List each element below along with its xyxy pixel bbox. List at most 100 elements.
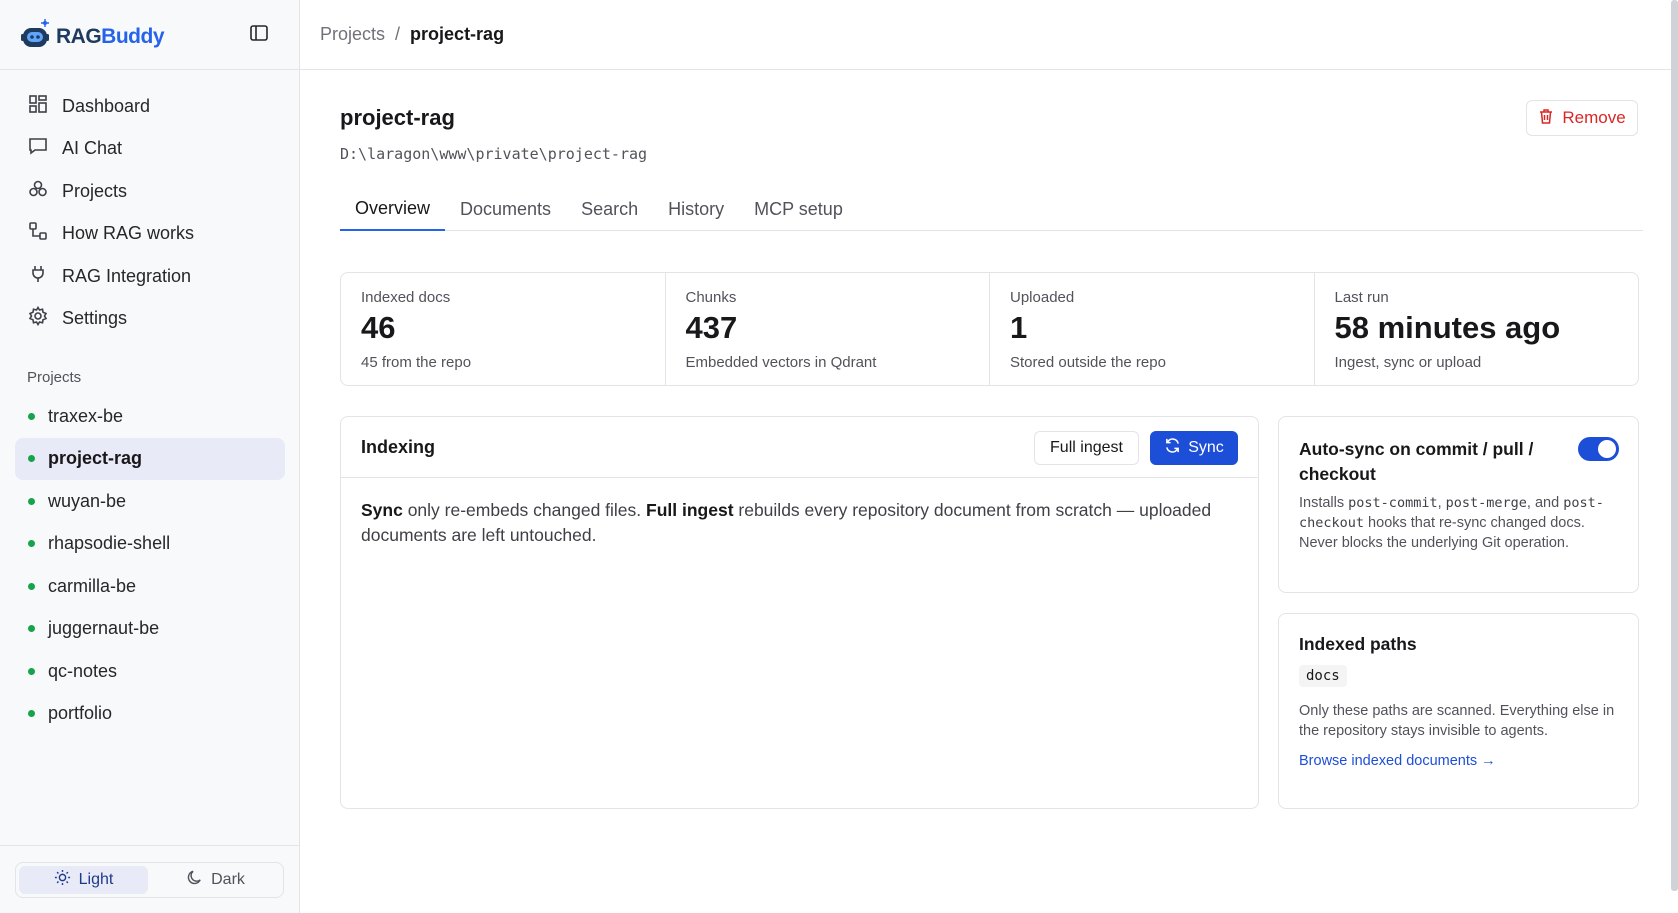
tab-overview[interactable]: Overview	[340, 188, 446, 231]
sidebar-project-rhapsodie-shell[interactable]: rhapsodie-shell	[15, 523, 285, 566]
plug-icon	[28, 264, 48, 289]
theme-bar: Light Dark	[0, 845, 300, 913]
stat-subtext: 45 from the repo	[361, 354, 472, 371]
path-chip: docs	[1299, 665, 1347, 687]
stats-panel: Indexed docs 46 45 from the repo Chunks …	[340, 272, 1639, 386]
nav-label: How RAG works	[62, 223, 195, 244]
robot-logo-icon	[20, 18, 52, 55]
tab-history[interactable]: History	[653, 188, 739, 230]
sync-button[interactable]: Sync	[1150, 431, 1238, 465]
remove-button[interactable]: Remove	[1526, 100, 1638, 136]
project-tabs: Overview Documents Search History MCP se…	[340, 188, 1643, 231]
nav-label: RAG Integration	[62, 265, 192, 286]
project-label: carmilla-be	[48, 575, 137, 596]
app-name: RAGBuddy	[56, 24, 164, 48]
nav-label: Settings	[62, 308, 128, 329]
sidebar-project-carmilla-be[interactable]: carmilla-be	[15, 565, 285, 608]
project-path: D:\laragon\www\private\project-rag	[340, 145, 648, 163]
theme-light-label: Light	[78, 871, 114, 888]
project-list: traxex-be project-rag wuyan-be rhapsodie…	[15, 395, 285, 735]
status-dot	[28, 540, 35, 548]
stat-subtext: Ingest, sync or upload	[1334, 354, 1482, 371]
main-nav: Dashboard AI Chat Projects How RAG works…	[15, 85, 285, 340]
stat-indexed-docs: Indexed docs 46 45 from the repo	[341, 273, 666, 385]
breadcrumb-current: project-rag	[410, 24, 505, 44]
app-logo[interactable]: RAGBuddy	[20, 18, 164, 55]
status-dot	[28, 412, 35, 420]
refresh-icon	[1164, 437, 1181, 459]
nav-label: Dashboard	[62, 95, 151, 116]
page-scrollbar[interactable]	[1671, 0, 1678, 891]
nav-label: Projects	[62, 180, 128, 201]
sidebar-project-qc-notes[interactable]: qc-notes	[15, 650, 285, 693]
nav-item-settings[interactable]: Settings	[15, 298, 285, 341]
autosync-card: Auto-sync on commit / pull / checkout In…	[1278, 416, 1639, 593]
project-label: project-rag	[48, 448, 143, 469]
theme-dark-label: Dark	[211, 871, 245, 888]
breadcrumb: Projects / project-rag	[320, 24, 504, 45]
browse-documents-link[interactable]: Browse indexed documents →	[1299, 753, 1496, 769]
projects-section-label: Projects	[27, 369, 82, 386]
theme-dark-button[interactable]: Dark	[151, 866, 280, 894]
status-dot	[28, 625, 35, 633]
stat-label: Chunks	[685, 289, 737, 306]
tab-search[interactable]: Search	[566, 188, 653, 230]
nav-label: AI Chat	[62, 138, 123, 159]
indexed-paths-description: Only these paths are scanned. Everything…	[1299, 703, 1615, 739]
gear-icon	[28, 306, 48, 331]
status-dot	[28, 497, 35, 505]
autosync-toggle[interactable]	[1578, 437, 1619, 461]
stat-value: 46	[361, 310, 396, 345]
sidebar-project-wuyan-be[interactable]: wuyan-be	[15, 480, 285, 523]
indexing-description: Sync only re-embeds changed files. Full …	[361, 500, 1212, 545]
stat-chunks: Chunks 437 Embedded vectors in Qdrant	[666, 273, 990, 385]
project-label: rhapsodie-shell	[48, 533, 171, 554]
trash-icon	[1538, 108, 1554, 129]
nav-item-dashboard[interactable]: Dashboard	[15, 85, 285, 128]
nav-item-how-rag-works[interactable]: How RAG works	[15, 213, 285, 256]
project-label: traxex-be	[48, 405, 124, 426]
theme-toggle: Light Dark	[15, 862, 284, 898]
sidebar-project-juggernaut-be[interactable]: juggernaut-be	[15, 608, 285, 651]
status-dot	[28, 710, 35, 718]
projects-icon	[28, 179, 48, 204]
stat-value: 1	[1010, 310, 1028, 345]
autosync-description: Installs post-commit, post-merge, and po…	[1299, 495, 1604, 551]
nav-item-ai-chat[interactable]: AI Chat	[15, 128, 285, 171]
stat-value: 437	[685, 310, 738, 345]
tab-documents[interactable]: Documents	[445, 188, 566, 230]
indexed-paths-title: Indexed paths	[1299, 634, 1417, 654]
chat-icon	[28, 136, 48, 161]
full-ingest-button[interactable]: Full ingest	[1034, 431, 1139, 465]
stat-label: Uploaded	[1010, 289, 1075, 306]
top-bar: Projects / project-rag	[300, 0, 1678, 70]
project-label: portfolio	[48, 703, 113, 724]
sidebar-project-traxex-be[interactable]: traxex-be	[15, 395, 285, 438]
project-label: qc-notes	[48, 660, 118, 681]
breadcrumb-projects-link[interactable]: Projects	[320, 24, 385, 45]
page-title: project-rag	[340, 105, 455, 130]
nav-item-projects[interactable]: Projects	[15, 170, 285, 213]
workflow-icon	[28, 221, 48, 246]
tab-mcp-setup[interactable]: MCP setup	[739, 188, 858, 230]
indexed-paths-card: Indexed paths docs Only these paths are …	[1278, 613, 1639, 809]
status-dot	[28, 455, 35, 463]
sidebar-header: RAGBuddy	[0, 0, 299, 70]
sidebar-project-project-rag[interactable]: project-rag	[15, 437, 285, 480]
nav-item-rag-integration[interactable]: RAG Integration	[15, 255, 285, 298]
stat-subtext: Embedded vectors in Qdrant	[685, 354, 877, 371]
sidebar-panel-icon	[249, 23, 269, 48]
sidebar: RAGBuddy Dashboard AI Chat Projects How …	[0, 0, 300, 913]
stat-subtext: Stored outside the repo	[1010, 354, 1166, 371]
stat-value: 58 minutes ago	[1334, 310, 1561, 345]
sidebar-toggle-button[interactable]	[246, 22, 272, 48]
indexing-card: Indexing Full ingest Sync Sync only re-e…	[340, 416, 1259, 809]
dashboard-icon	[28, 94, 48, 119]
status-dot	[28, 667, 35, 675]
moon-icon	[186, 869, 203, 891]
indexing-card-header: Indexing Full ingest Sync	[341, 417, 1258, 478]
theme-light-button[interactable]: Light	[19, 866, 148, 894]
project-label: wuyan-be	[48, 490, 127, 511]
sidebar-project-portfolio[interactable]: portfolio	[15, 693, 285, 736]
status-dot	[28, 582, 35, 590]
